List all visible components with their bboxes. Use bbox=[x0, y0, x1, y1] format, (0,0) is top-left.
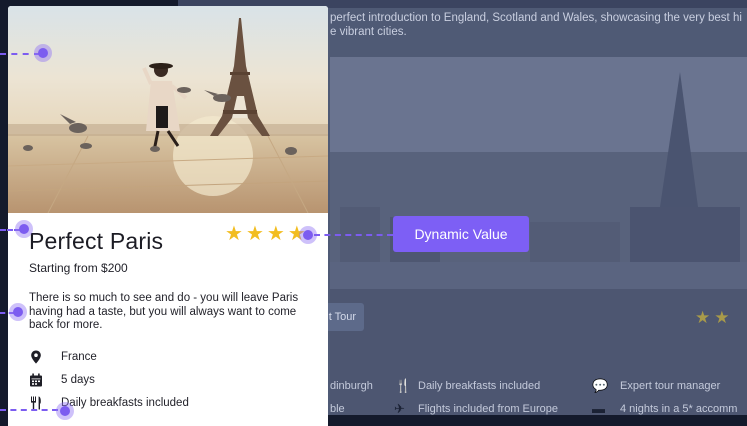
chat-icon: 💬 bbox=[592, 378, 609, 393]
feature-item-meals: Daily breakfasts included bbox=[29, 396, 189, 410]
background-feature-label: 4 nights in a 5* accomm bbox=[620, 403, 738, 415]
star-icon: ★ bbox=[266, 223, 285, 245]
annotation-dot-photo bbox=[38, 48, 48, 58]
annotation-connector-title bbox=[0, 229, 20, 231]
background-feature-label: Daily breakfasts included bbox=[418, 380, 541, 392]
location-pin-icon bbox=[31, 350, 41, 364]
background-intro-text: perfect introduction to England, Scotlan… bbox=[330, 11, 747, 39]
bed-icon: ▬ bbox=[592, 401, 605, 416]
fork-knife-icon: 🍴 bbox=[395, 378, 412, 393]
star-icon: ★ bbox=[245, 223, 264, 245]
annotation-dot-title bbox=[19, 224, 29, 234]
star-icon: ★ bbox=[714, 308, 730, 327]
background-star-rating: ★ ★ bbox=[695, 309, 730, 326]
paris-eiffel-tower-image bbox=[8, 6, 328, 213]
fork-knife-icon bbox=[31, 396, 41, 410]
dynamic-value-tag: Dynamic Value bbox=[393, 216, 529, 252]
annotation-dot-description bbox=[13, 307, 23, 317]
london-skyline-image bbox=[330, 57, 747, 289]
annotation-dot-rating bbox=[303, 230, 313, 240]
star-icon: ★ bbox=[225, 223, 243, 245]
background-feature-label: ble bbox=[330, 403, 345, 415]
annotation-connector-features bbox=[0, 409, 58, 411]
tour-description: There is so much to see and do - you wil… bbox=[29, 292, 299, 331]
background-feature-label: Flights included from Europe bbox=[418, 403, 559, 415]
left-dark-strip bbox=[0, 0, 8, 415]
tour-title: Perfect Paris bbox=[29, 228, 164, 254]
feature-label: 5 days bbox=[61, 374, 95, 386]
background-london-photo bbox=[330, 57, 747, 289]
feature-label: France bbox=[61, 351, 97, 363]
tour-card[interactable]: Perfect Paris ★ ★ ★ ★ Starting from $200… bbox=[8, 6, 328, 426]
star-rating: ★ ★ ★ ★ bbox=[225, 224, 306, 244]
background-lower-section bbox=[330, 289, 747, 415]
feature-label: Daily breakfasts included bbox=[61, 397, 189, 409]
calendar-icon bbox=[30, 373, 42, 387]
annotation-connector-rating bbox=[314, 234, 393, 236]
background-intro-line-2: e vibrant cities. bbox=[330, 26, 407, 38]
annotation-connector-photo bbox=[0, 53, 40, 55]
background-feature-label: dinburgh bbox=[330, 380, 373, 392]
background-feature-label: Expert tour manager bbox=[620, 380, 721, 392]
card-photo bbox=[8, 6, 328, 213]
star-icon: ★ bbox=[695, 308, 711, 327]
feature-item-duration: 5 days bbox=[29, 373, 95, 387]
background-intro-line-1: perfect introduction to England, Scotlan… bbox=[330, 12, 742, 24]
annotation-connector-description bbox=[0, 312, 14, 314]
feature-item-location: France bbox=[29, 350, 97, 364]
tour-price: Starting from $200 bbox=[29, 261, 128, 275]
